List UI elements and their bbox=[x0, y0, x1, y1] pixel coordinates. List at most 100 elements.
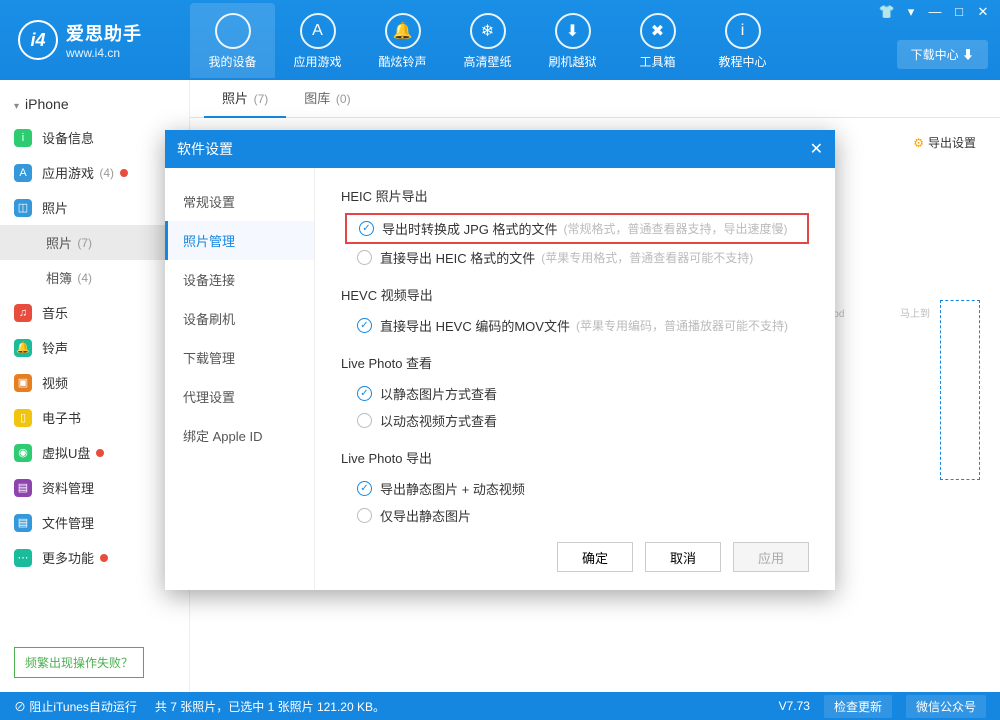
option-label: 直接导出 HEVC 编码的MOV文件 bbox=[380, 316, 570, 335]
sidebar-icon: A bbox=[14, 164, 32, 182]
export-settings-label: 导出设置 bbox=[928, 134, 976, 151]
option-hint: (苹果专用格式，普通查看器可能不支持) bbox=[541, 249, 753, 266]
option-2-1[interactable]: 以动态视频方式查看 bbox=[341, 407, 809, 434]
version-label: V7.73 bbox=[779, 699, 810, 713]
option-3-0[interactable]: 导出静态图片 + 动态视频 bbox=[341, 475, 809, 502]
nav-item-2[interactable]: 🔔酷炫铃声 bbox=[360, 3, 445, 78]
sidebar-item-6[interactable]: 🔔 铃声 bbox=[0, 330, 189, 365]
nav-item-3[interactable]: ❄ 高清壁纸 bbox=[445, 3, 530, 78]
option-1-0[interactable]: 直接导出 HEVC 编码的MOV文件(苹果专用编码，普通播放器可能不支持) bbox=[341, 312, 809, 339]
nav-icon: i bbox=[725, 13, 761, 49]
selection-frame bbox=[940, 300, 980, 480]
device-selector[interactable]: iPhone bbox=[0, 88, 189, 120]
maximize-button[interactable]: □ bbox=[948, 4, 970, 22]
nav-item-4[interactable]: ⬇刷机越狱 bbox=[530, 3, 615, 78]
itunes-block-toggle[interactable]: ⊘ 阻止iTunes自动运行 bbox=[14, 698, 137, 715]
sidebar-label: 照片 bbox=[46, 233, 72, 252]
sidebar-icon: i bbox=[14, 129, 32, 147]
nav-item-5[interactable]: ✖工具箱 bbox=[615, 3, 700, 78]
radio-icon bbox=[357, 481, 372, 496]
modal-side-item-1[interactable]: 照片管理 bbox=[165, 221, 314, 260]
sidebar-label: 更多功能 bbox=[42, 548, 94, 567]
nav-item-0[interactable]: 我的设备 bbox=[190, 3, 275, 78]
nav-icon: ❄ bbox=[470, 13, 506, 49]
check-update-button[interactable]: 检查更新 bbox=[824, 695, 892, 718]
sidebar-item-11[interactable]: ▤ 文件管理 bbox=[0, 505, 189, 540]
sidebar-item-8[interactable]: ▯ 电子书 bbox=[0, 400, 189, 435]
sidebar-count: (7) bbox=[74, 236, 92, 250]
skin-icon[interactable]: 👕 bbox=[876, 4, 898, 22]
notification-dot-icon bbox=[100, 554, 108, 562]
option-3-1[interactable]: 仅导出静态图片 bbox=[341, 502, 809, 529]
sidebar-item-9[interactable]: ◉虚拟U盘 bbox=[0, 435, 189, 470]
option-0-1[interactable]: 直接导出 HEIC 格式的文件(苹果专用格式，普通查看器可能不支持) bbox=[341, 244, 809, 271]
sidebar-icon: ⋯ bbox=[14, 549, 32, 567]
sidebar-item-7[interactable]: ▣视频 bbox=[0, 365, 189, 400]
option-hint: (常规格式，普通查看器支持，导出速度慢) bbox=[564, 220, 788, 237]
sidebar-icon: ▤ bbox=[14, 479, 32, 497]
sidebar-label: 电子书 bbox=[42, 408, 81, 427]
radio-icon bbox=[357, 508, 372, 523]
radio-icon bbox=[359, 221, 374, 236]
ok-button[interactable]: 确定 bbox=[557, 542, 633, 572]
tab-bar: 照片 (7)图库 (0) bbox=[190, 80, 1000, 118]
export-settings-button[interactable]: ⚙ 导出设置 bbox=[913, 134, 976, 151]
sidebar-label: 文件管理 bbox=[42, 513, 94, 532]
sidebar-label: 设备信息 bbox=[42, 128, 94, 147]
sidebar-item-1[interactable]: A应用游戏 (4) bbox=[0, 155, 189, 190]
option-label: 以静态图片方式查看 bbox=[380, 384, 497, 403]
logo-badge-icon: i4 bbox=[18, 20, 58, 60]
nav-label: 刷机越狱 bbox=[530, 53, 615, 70]
sidebar-icon: ▯ bbox=[14, 409, 32, 427]
tab-1[interactable]: 图库 (0) bbox=[286, 80, 368, 118]
nav-item-6[interactable]: i教程中心 bbox=[700, 3, 785, 78]
modal-close-button[interactable]: ✕ bbox=[810, 139, 823, 159]
nav-item-1[interactable]: A 应用游戏 bbox=[275, 3, 360, 78]
download-center-button[interactable]: 下载中心 ⬇ bbox=[897, 40, 988, 69]
sidebar: iPhone i设备信息A应用游戏 (4)◫照片照片 (7)相簿 (4)♫音乐🔔… bbox=[0, 80, 190, 692]
settings-modal: 软件设置 ✕ 常规设置照片管理设备连接设备刷机下载管理代理设置绑定 Apple … bbox=[165, 130, 835, 590]
nav-icon: A bbox=[300, 13, 336, 49]
modal-title: 软件设置 bbox=[177, 139, 233, 159]
modal-side-item-3[interactable]: 设备刷机 bbox=[165, 299, 314, 338]
dropdown-icon[interactable]: ▾ bbox=[900, 4, 922, 22]
modal-side-item-6[interactable]: 绑定 Apple ID bbox=[165, 416, 314, 455]
close-button[interactable]: ✕ bbox=[972, 4, 994, 22]
modal-side-item-2[interactable]: 设备连接 bbox=[165, 260, 314, 299]
nav-label: 应用游戏 bbox=[275, 53, 360, 70]
wechat-button[interactable]: 微信公众号 bbox=[906, 695, 986, 718]
nav-label: 工具箱 bbox=[615, 53, 700, 70]
nav-label: 高清壁纸 bbox=[445, 53, 530, 70]
tab-0[interactable]: 照片 (7) bbox=[204, 80, 286, 118]
sidebar-item-0[interactable]: i 设备信息 bbox=[0, 120, 189, 155]
notification-dot-icon bbox=[120, 169, 128, 177]
minimize-button[interactable]: — bbox=[924, 4, 946, 22]
section-title: Live Photo 导出 bbox=[341, 448, 809, 467]
cancel-button[interactable]: 取消 bbox=[645, 542, 721, 572]
operation-fail-hint[interactable]: 频繁出现操作失败？ bbox=[14, 647, 144, 678]
section-title: HEIC 照片导出 bbox=[341, 186, 809, 205]
option-0-0[interactable]: 导出时转换成 JPG 格式的文件(常规格式，普通查看器支持，导出速度慢) bbox=[345, 213, 809, 244]
sidebar-item-10[interactable]: ▤资料管理 bbox=[0, 470, 189, 505]
sidebar-label: 视频 bbox=[42, 373, 68, 392]
sidebar-item-12[interactable]: ⋯ 更多功能 bbox=[0, 540, 189, 575]
sidebar-count: (4) bbox=[74, 271, 92, 285]
option-2-0[interactable]: 以静态图片方式查看 bbox=[341, 380, 809, 407]
sidebar-label: 相簿 bbox=[46, 268, 72, 287]
sidebar-icon: 🔔 bbox=[14, 339, 32, 357]
sidebar-item-4[interactable]: 相簿 (4) bbox=[0, 260, 189, 295]
section-title: HEVC 视频导出 bbox=[341, 285, 809, 304]
sidebar-icon: ▤ bbox=[14, 514, 32, 532]
modal-side-item-5[interactable]: 代理设置 bbox=[165, 377, 314, 416]
sidebar-count: (4) bbox=[96, 166, 114, 180]
modal-side-item-4[interactable]: 下载管理 bbox=[165, 338, 314, 377]
sidebar-label: 铃声 bbox=[42, 338, 68, 357]
apply-button[interactable]: 应用 bbox=[733, 542, 809, 572]
nav-icon bbox=[215, 13, 251, 49]
radio-icon bbox=[357, 413, 372, 428]
radio-icon bbox=[357, 250, 372, 265]
sidebar-item-3[interactable]: 照片 (7) bbox=[0, 225, 189, 260]
modal-side-item-0[interactable]: 常规设置 bbox=[165, 182, 314, 221]
sidebar-item-2[interactable]: ◫照片 bbox=[0, 190, 189, 225]
sidebar-item-5[interactable]: ♫音乐 bbox=[0, 295, 189, 330]
